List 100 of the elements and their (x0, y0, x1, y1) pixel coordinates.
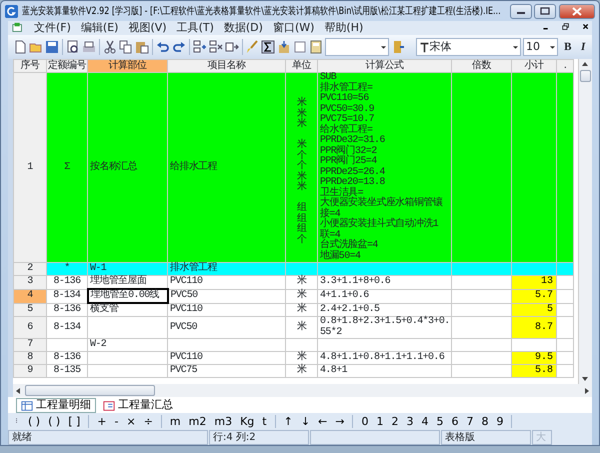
save-icon[interactable] (45, 40, 59, 54)
key-button[interactable]: t (258, 414, 271, 428)
key-button[interactable]: m (166, 414, 185, 428)
row-header[interactable]: 7 (14, 338, 46, 352)
key-button[interactable]: m2 (184, 414, 210, 428)
scroll-thumb[interactable] (580, 70, 591, 82)
formula-cell: SUB 排水管工程= PVC110=56 PVC50=30.9 PVC75=10.7 给水管工程= PPRDe32=31.6 PPR阀门32=2 PPR阀门25=4 PPRDe25=26.4 PPRDe20=13.8 卫生洁具= 大便器安装坐式座水箱铜管镶 接=4 小便器安装挂斗式自动冲洗1 联=4 台式洗脸盆=4 地漏50=4 (318, 72, 452, 262)
key-button[interactable]: ↑ (280, 414, 297, 428)
key-button[interactable]: 3 (402, 414, 418, 428)
font-icon (418, 42, 430, 52)
key-button[interactable]: [ ] (64, 414, 84, 428)
formula-cell: 4+1.1+0.6 (318, 289, 452, 303)
table-cell: 米 (286, 364, 318, 378)
bold-button[interactable]: B (560, 38, 576, 56)
key-button[interactable]: 8 (477, 414, 492, 428)
key-button[interactable]: + (93, 414, 110, 428)
status-text: 就绪 (8, 430, 208, 445)
column-header[interactable]: 计算公式 (318, 60, 452, 72)
column-header[interactable]: 计算部位 (88, 60, 168, 72)
paste-icon[interactable] (134, 40, 149, 54)
maximize-button[interactable] (534, 4, 556, 18)
import-icon[interactable] (277, 40, 292, 54)
key-button[interactable]: 6 (447, 414, 462, 428)
key-button[interactable]: 7 (462, 414, 478, 428)
minimize-button[interactable] (510, 4, 532, 18)
sheet-tab[interactable]: 工程量汇总 (98, 398, 178, 413)
key-button[interactable]: 4 (417, 414, 432, 428)
row-header[interactable]: 4 (14, 289, 46, 303)
column-header[interactable]: 定额编号 (46, 60, 88, 72)
table-cell-text: 米 (296, 183, 308, 194)
column-header[interactable]: 小计 (512, 60, 556, 72)
print-preview-icon[interactable] (66, 40, 80, 54)
table-cell: 横支管 (88, 303, 168, 316)
key-button[interactable]: × (122, 414, 140, 428)
close-button[interactable] (559, 4, 595, 18)
key-button[interactable]: 2 (387, 414, 402, 428)
key-button[interactable]: 0 (357, 414, 372, 428)
table-cell: 5.8 (534, 365, 553, 377)
key-button[interactable]: ↓ (296, 414, 314, 428)
blank-page-icon[interactable] (293, 40, 308, 54)
sheet-tab[interactable]: 工程量明细 (16, 398, 96, 413)
key-button[interactable]: ( ) (24, 414, 44, 428)
table-cell: 米 (286, 276, 318, 289)
column-header[interactable]: . (556, 60, 574, 72)
horizontal-scrollbar[interactable] (13, 384, 592, 397)
row-header[interactable]: 8 (14, 352, 46, 364)
row-header[interactable]: 9 (14, 364, 46, 378)
table-cell-text: 米 (296, 141, 308, 151)
menu-item[interactable]: 窗口(W) (272, 20, 314, 36)
vertical-scrollbar[interactable] (578, 59, 592, 384)
font-dropdown[interactable]: 宋体 (416, 38, 521, 56)
font-size-dropdown[interactable]: 10 (522, 38, 558, 56)
column-header[interactable]: 倍数 (452, 60, 512, 72)
row-header[interactable]: 2 (14, 262, 46, 276)
menu-item[interactable]: 工具(T) (176, 20, 214, 36)
row-header[interactable]: 5 (14, 303, 46, 316)
menu-item[interactable]: 文件(F) (34, 20, 71, 36)
column-header[interactable]: 序号 (14, 60, 46, 72)
row-header[interactable]: 1 (14, 72, 46, 262)
key-button[interactable]: m3 (210, 414, 236, 428)
menu-item[interactable]: 编辑(E) (80, 20, 118, 36)
table-cell: 5 (546, 304, 553, 316)
cut-icon[interactable] (102, 40, 117, 54)
table-cell-text: 米 (296, 99, 308, 109)
new-file-icon[interactable] (13, 40, 27, 54)
append-row-icon[interactable] (224, 40, 238, 54)
undo-icon[interactable] (156, 40, 170, 54)
table-cell: 5.7 (534, 290, 553, 302)
key-button[interactable]: ÷ (140, 414, 157, 428)
row-header[interactable]: 3 (14, 276, 46, 289)
restore-icon[interactable] (562, 23, 572, 33)
column-header[interactable]: 项目名称 (168, 60, 286, 72)
key-button[interactable]: ( ) (44, 414, 64, 428)
menu-item[interactable]: 数据(D) (224, 20, 263, 36)
copy-icon[interactable] (118, 40, 133, 54)
sigma-icon[interactable] (261, 40, 276, 54)
key-button[interactable]: 9 (492, 414, 508, 428)
key-button[interactable]: → (331, 414, 348, 428)
key-button[interactable]: - (110, 414, 122, 428)
menu-item[interactable]: 帮助(H) (324, 20, 364, 36)
column-header[interactable]: 单位 (286, 60, 318, 72)
table-icon (21, 400, 33, 412)
print-icon[interactable] (82, 40, 96, 54)
menu-item[interactable]: 视图(V) (128, 20, 167, 36)
delete-row-icon[interactable] (208, 40, 222, 54)
row-header[interactable]: 6 (14, 316, 46, 338)
redo-icon[interactable] (172, 40, 186, 54)
key-button[interactable]: ← (314, 414, 332, 428)
table-cell-text: 组 (296, 204, 308, 214)
close-icon (572, 6, 582, 16)
key-button[interactable]: Kg (236, 414, 258, 428)
insert-row-icon[interactable] (192, 40, 206, 54)
key-button[interactable]: 5 (432, 414, 448, 428)
italic-button[interactable]: I (577, 38, 590, 56)
table-cell: 8-135 (46, 364, 88, 378)
scroll-thumb[interactable] (25, 385, 155, 396)
key-button[interactable]: 1 (372, 414, 388, 428)
table-cell: 按名称汇总 (88, 72, 168, 262)
formula-cell: 4.8+1.1+0.8+1.1+1.1+0.6 (318, 352, 452, 364)
table-cell: 埋地管至屋面 (88, 276, 168, 289)
